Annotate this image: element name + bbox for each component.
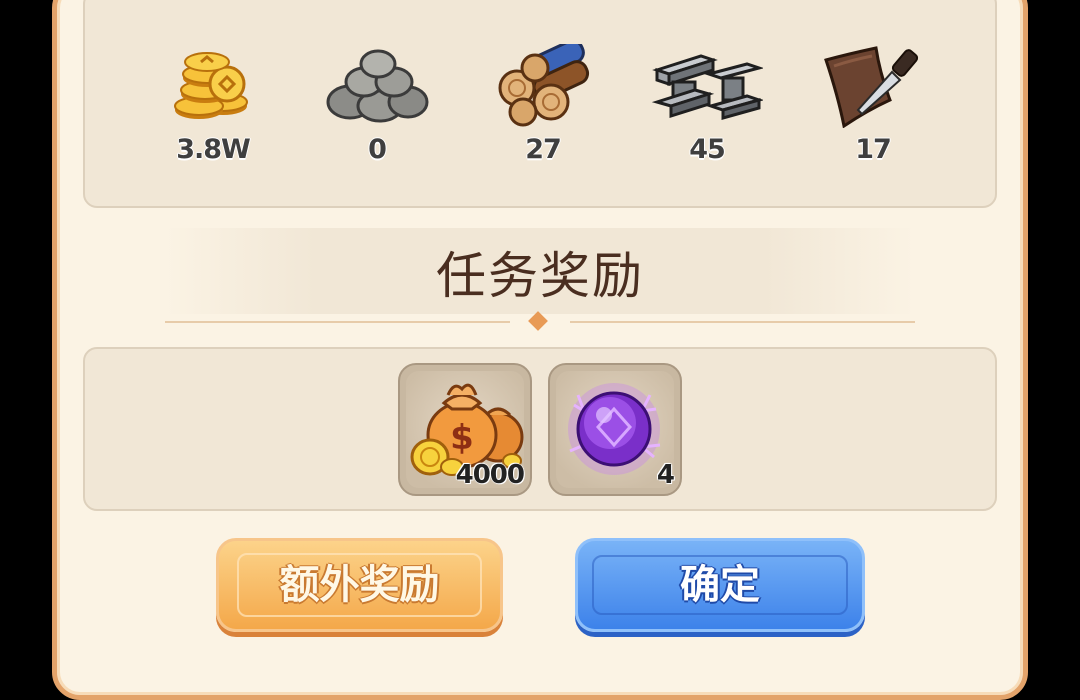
gold-coins-icon [174, 52, 248, 119]
reward-list [83, 347, 997, 511]
reward-count: 4000 [455, 460, 525, 491]
confirm-button[interactable]: 确定 [575, 538, 865, 632]
resource-leather: 17 [813, 44, 933, 166]
resource-wood: 27 [483, 44, 603, 166]
svg-text:$: $ [450, 418, 474, 458]
reward-count: 4 [656, 460, 675, 491]
iron-count: 45 [689, 134, 727, 166]
title-divider-right [570, 321, 915, 323]
reward-title: 任务奖励 [436, 247, 644, 305]
resource-iron: 45 [647, 44, 767, 166]
extra-reward-button[interactable]: 额外奖励 [216, 538, 503, 632]
resource-gold: 3.8W [153, 44, 273, 166]
reward-slot-orb[interactable]: 4 [548, 363, 682, 496]
reward-slot-money[interactable]: $ 4000 [398, 363, 532, 496]
leather-knife-icon [824, 46, 919, 128]
extra-reward-label: 额外奖励 [279, 562, 440, 608]
wood-logs-icon [498, 44, 590, 127]
iron-ingots-icon [651, 54, 763, 120]
confirm-label: 确定 [680, 562, 760, 608]
stone-count: 0 [368, 134, 388, 166]
wood-count: 27 [525, 134, 563, 166]
gold-count: 3.8W [176, 134, 252, 166]
stone-pile-icon [326, 49, 429, 123]
resource-bar: 3.8W 0 27 45 17 [83, 0, 997, 208]
title-divider-left [165, 321, 510, 323]
resource-stone: 0 [317, 44, 437, 166]
leather-count: 17 [855, 134, 893, 166]
